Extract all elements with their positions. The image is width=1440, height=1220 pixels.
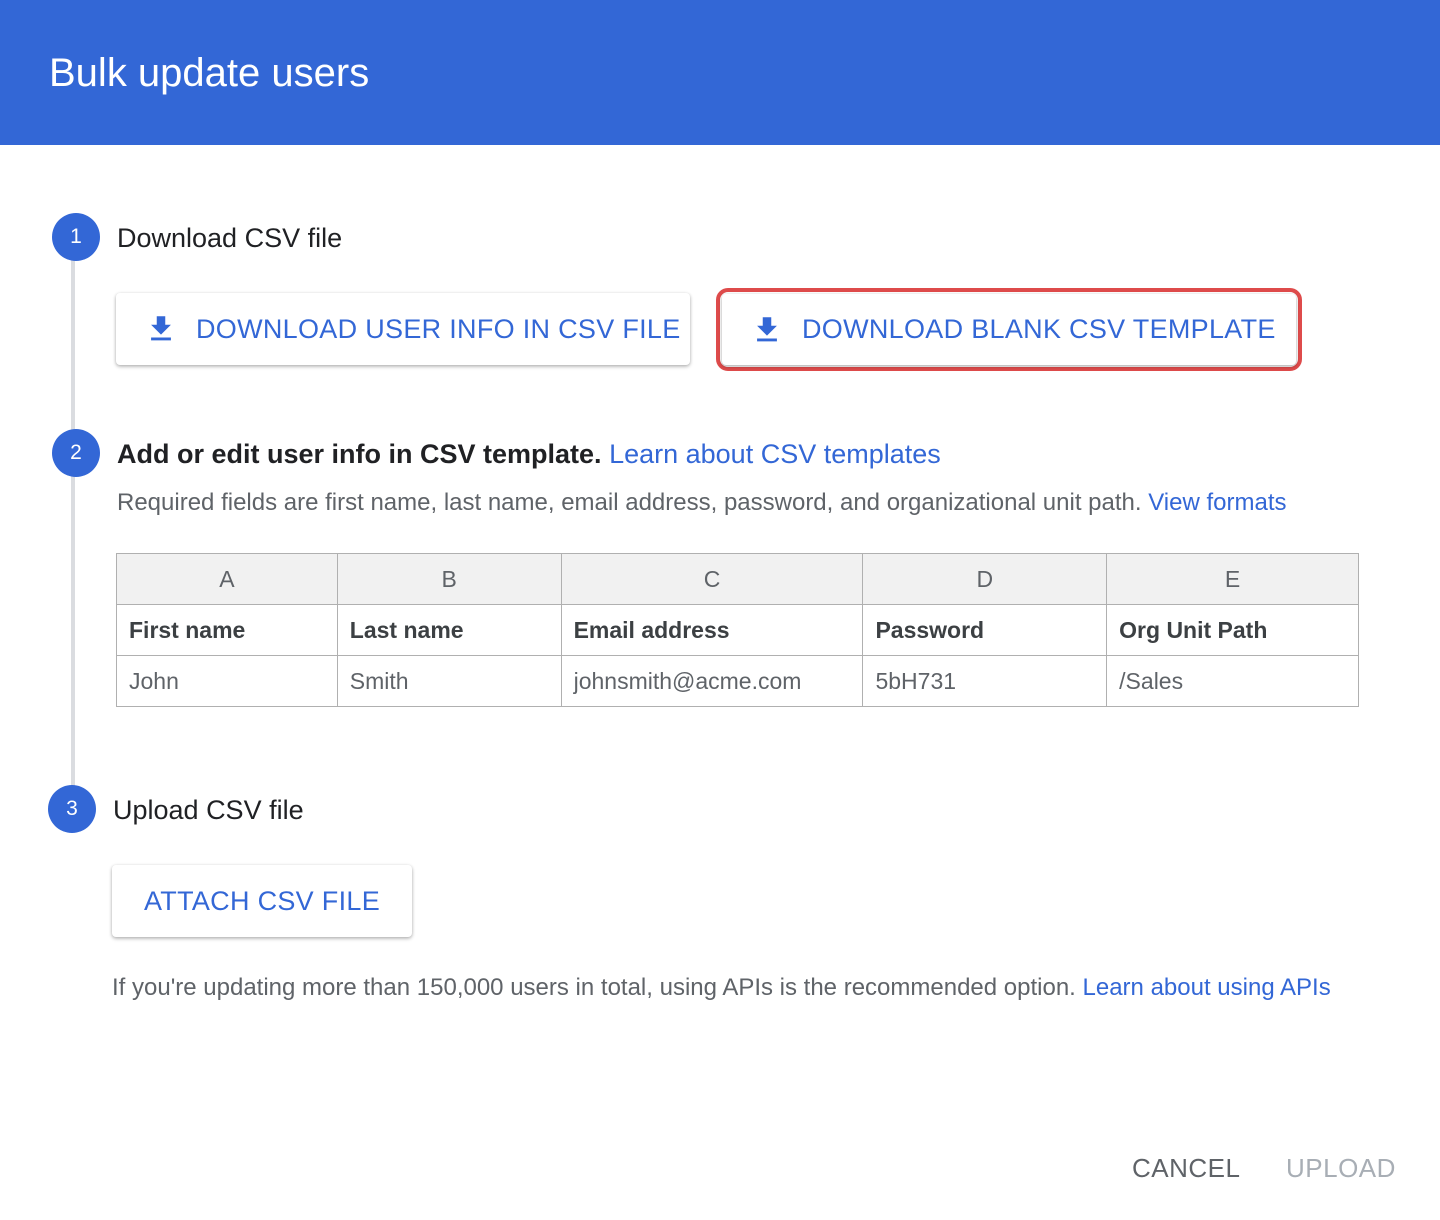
step-3-title: Upload CSV file — [113, 795, 304, 825]
table-cell: Smith — [336, 655, 562, 707]
table-cell: johnsmith@acme.com — [560, 655, 864, 707]
step-2-badge: 2 — [52, 429, 100, 477]
field-header-row: First name Last name Email address Passw… — [116, 604, 1359, 656]
table-cell: Email address — [560, 604, 864, 656]
step-2-title: Add or edit user info in CSV template. L… — [117, 438, 941, 470]
download-icon — [757, 316, 777, 341]
column-letter: E — [1106, 553, 1359, 605]
step-connector-line — [71, 258, 75, 790]
view-formats-link[interactable]: View formats — [1148, 489, 1286, 516]
learn-about-apis-link[interactable]: Learn about using APIs — [1083, 974, 1331, 1001]
column-letter: B — [336, 553, 562, 605]
download-user-info-button[interactable]: DOWNLOAD USER INFO IN CSV FILE — [116, 293, 690, 365]
dialog-header: Bulk update users — [0, 0, 1440, 145]
attach-csv-file-label: ATTACH CSV FILE — [143, 885, 381, 916]
table-cell: Password — [862, 604, 1108, 656]
column-letter: C — [560, 553, 864, 605]
learn-csv-templates-link[interactable]: Learn about CSV templates — [609, 439, 941, 469]
step-1-title: Download CSV file — [117, 222, 342, 254]
dialog-title: Bulk update users — [49, 51, 370, 95]
table-cell: John — [116, 655, 338, 707]
table-cell: First name — [116, 604, 338, 656]
download-blank-template-button[interactable]: DOWNLOAD BLANK CSV TEMPLATE — [722, 294, 1296, 365]
csv-template-example-table: A B C D E First name Last name Email add… — [116, 553, 1359, 707]
step-1-title-text: Download CSV file — [117, 223, 343, 253]
column-letter: D — [862, 553, 1108, 605]
api-note-text: If you're updating more than 150,000 use… — [112, 974, 1076, 1001]
download-blank-template-label: DOWNLOAD BLANK CSV TEMPLATE — [802, 314, 1276, 344]
download-user-info-label: DOWNLOAD USER INFO IN CSV FILE — [196, 313, 681, 344]
step-1-badge: 1 — [52, 213, 100, 261]
step-3-badge: 3 — [48, 785, 96, 833]
column-letter: A — [116, 553, 338, 605]
step-2-description: Required fields are first name, last nam… — [117, 488, 1287, 518]
table-cell: Org Unit Path — [1106, 604, 1359, 656]
api-recommendation-note: If you're updating more than 150,000 use… — [112, 970, 1402, 1006]
required-fields-text: Required fields are first name, last nam… — [117, 489, 1142, 516]
upload-button[interactable]: UPLOAD — [1286, 1153, 1396, 1184]
table-cell: Last name — [336, 604, 562, 656]
column-letter-row: A B C D E — [116, 553, 1359, 605]
table-cell: /Sales — [1106, 655, 1359, 707]
cancel-button[interactable]: CANCEL — [1132, 1153, 1240, 1184]
attach-csv-file-button[interactable]: ATTACH CSV FILE — [112, 865, 412, 937]
step-2-title-text: Add or edit user info in CSV template. — [117, 439, 602, 469]
table-row: John Smith johnsmith@acme.com 5bH731 /Sa… — [116, 655, 1359, 707]
table-cell: 5bH731 — [862, 655, 1108, 707]
download-icon — [151, 316, 171, 341]
